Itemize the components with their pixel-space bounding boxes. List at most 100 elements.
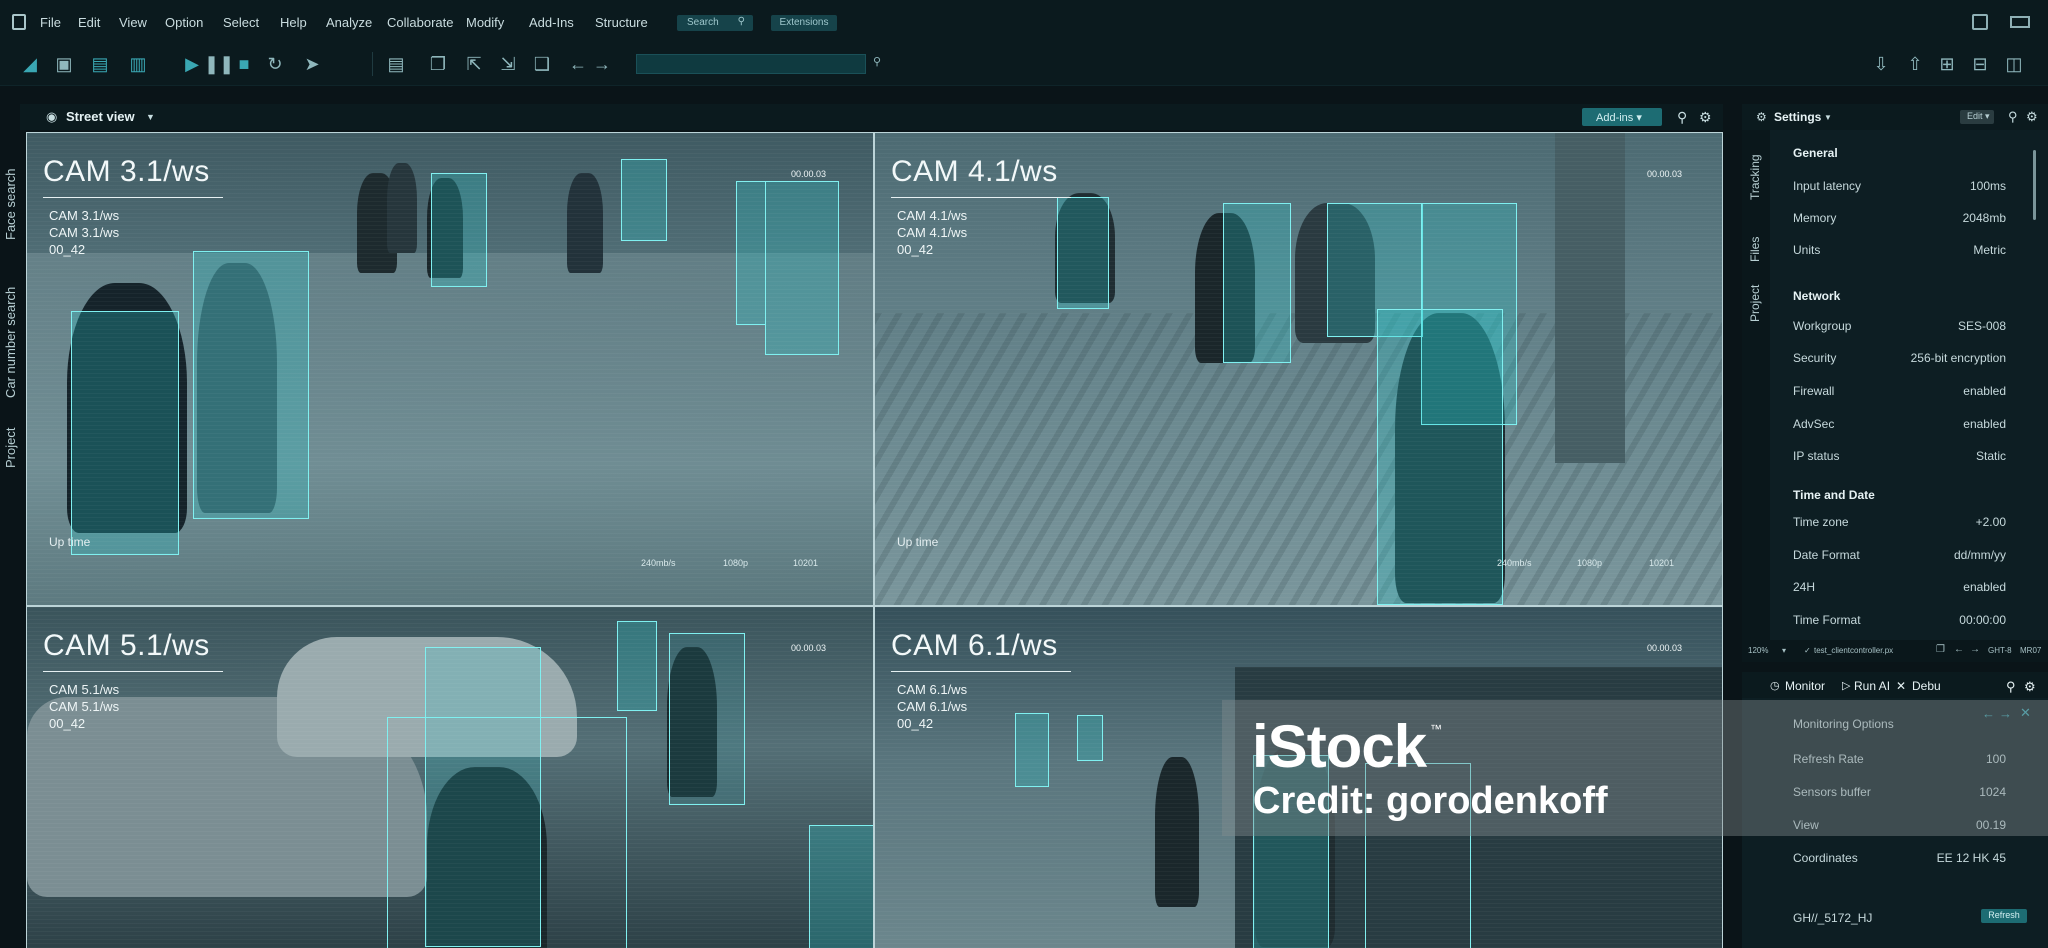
setting-label: IP status [1793, 449, 1840, 463]
tab-face-search-label: Face search [3, 168, 18, 240]
detection-box [1057, 197, 1109, 309]
play-icon[interactable]: ▶ [180, 52, 204, 76]
setting-value[interactable]: Metric [1973, 243, 2006, 257]
setting-value[interactable]: enabled [1963, 580, 2006, 594]
street-view-header: ◉ Street view ▼ Add-ins ▾ ⚲ ⚙ [20, 104, 1723, 130]
menu-search-label: Search [687, 17, 719, 28]
tab-project-label: Project [3, 427, 18, 468]
edit-button[interactable]: Edit ▾ [1960, 110, 1994, 124]
copy-icon[interactable]: ❐ [1936, 644, 1945, 655]
setting-value[interactable]: 00:00:00 [1959, 613, 2006, 627]
add-icon[interactable]: ⊞ [1935, 52, 1959, 76]
setting-value[interactable]: 100ms [1970, 179, 2006, 193]
upload-icon[interactable]: ⇧ [1903, 52, 1927, 76]
detection-box [193, 251, 309, 519]
download-icon[interactable]: ⇩ [1869, 52, 1893, 76]
setting-value[interactable]: enabled [1963, 384, 2006, 398]
layers-icon[interactable]: ▣ [52, 52, 76, 76]
menu-file[interactable]: File [40, 15, 61, 30]
camera-feed-5-1[interactable]: CAM 5.1/ws CAM 5.1/ws CAM 5.1/ws 00_42 0… [26, 606, 874, 948]
check-icon: ✓ [1804, 646, 1811, 655]
restore-window-icon[interactable] [2010, 16, 2030, 28]
tab-run-ai[interactable]: Run AI [1854, 679, 1890, 693]
remove-icon[interactable]: ⊟ [1968, 52, 1992, 76]
menu-collaborate[interactable]: Collaborate [387, 15, 454, 30]
toolbar-search-input[interactable] [636, 54, 866, 74]
setting-label: Workgroup [1793, 319, 1852, 333]
refresh-button[interactable]: Refresh [1981, 909, 2027, 923]
window-icon[interactable]: ▤ [384, 52, 408, 76]
menu-option[interactable]: Option [165, 15, 203, 30]
equalizer-icon[interactable]: ▥ [126, 52, 150, 76]
search-icon[interactable]: ⚲ [2006, 679, 2016, 695]
setting-value[interactable]: enabled [1963, 417, 2006, 431]
gear-icon[interactable]: ⚙ [2024, 679, 2036, 695]
camera-uptime: Up time [49, 535, 91, 549]
arrow-left-icon[interactable]: ← [566, 52, 590, 76]
tab-monitor[interactable]: Monitor [1785, 679, 1825, 693]
setting-value[interactable]: dd/mm/yy [1954, 548, 2006, 562]
menu-structure[interactable]: Structure [595, 15, 648, 30]
menu-help[interactable]: Help [280, 15, 307, 30]
settings-title[interactable]: Settings [1774, 110, 1821, 124]
chevron-down-icon[interactable]: ▾ [1782, 646, 1786, 655]
chevron-down-icon[interactable]: ▼ [146, 112, 155, 122]
export-icon[interactable]: ⇲ [496, 52, 520, 76]
dropdown-window-icon[interactable] [1972, 14, 1988, 30]
tab-debug[interactable]: Debu [1912, 679, 1941, 693]
pause-icon[interactable]: ❚❚ [204, 52, 234, 76]
status-file-name: test_clientcontroller.px [1814, 646, 1894, 655]
chevron-down-icon[interactable]: ▼ [1824, 113, 1832, 122]
menu-modify[interactable]: Modify [466, 15, 504, 30]
setting-value[interactable]: 2048mb [1963, 211, 2006, 225]
setting-value[interactable]: Static [1976, 449, 2006, 463]
camera-feed-4-1[interactable]: CAM 4.1/ws CAM 4.1/ws CAM 4.1/ws 00_42 0… [874, 132, 1723, 606]
trash-icon[interactable]: ◫ [2002, 52, 2026, 76]
arrow-right-icon[interactable]: → [590, 52, 614, 76]
monitor-value[interactable]: EE 12 HK 45 [1937, 851, 2006, 865]
cursor-icon[interactable]: ➤ [300, 52, 324, 76]
detection-box [387, 717, 627, 948]
setting-label: Firewall [1793, 384, 1835, 398]
search-icon[interactable]: ⚲ [873, 55, 881, 68]
menu-view[interactable]: View [119, 15, 147, 30]
settings-tab-bar [1742, 130, 1770, 640]
stop-icon[interactable]: ■ [232, 52, 256, 76]
menu-select[interactable]: Select [223, 15, 259, 30]
menu-edit[interactable]: Edit [78, 15, 100, 30]
arrow-left-icon[interactable]: ← [1954, 644, 1964, 655]
detection-box [621, 159, 667, 241]
menu-analyze[interactable]: Analyze [326, 15, 372, 30]
sync-icon[interactable]: ↻ [263, 52, 287, 76]
save-icon[interactable]: ▤ [88, 52, 112, 76]
camera-feed-3-1[interactable]: CAM 3.1/ws CAM 3.1/ws CAM 3.1/ws 00_42 0… [26, 132, 874, 606]
setting-value[interactable]: 256-bit encryption [1911, 351, 2006, 365]
arrow-right-icon[interactable]: → [1970, 644, 1980, 655]
gear-icon[interactable]: ⚙ [2026, 109, 2038, 125]
setting-value[interactable]: +2.00 [1976, 515, 2006, 529]
settings-scrollbar[interactable] [2033, 150, 2036, 220]
add-ins-button[interactable]: Add-ins ▾ [1582, 108, 1662, 126]
shape-icon[interactable]: ◢ [18, 52, 42, 76]
copy-icon[interactable]: ❐ [426, 52, 450, 76]
street-view-title[interactable]: Street view [66, 109, 135, 124]
import-icon[interactable]: ⇱ [462, 52, 486, 76]
close-icon[interactable]: ✕ [1896, 679, 1906, 693]
extensions-button[interactable]: Extensions [771, 15, 837, 31]
setting-value[interactable]: SES-008 [1958, 319, 2006, 333]
camera-bitrate: 240mb/s [641, 558, 676, 568]
setting-label: Time Format [1793, 613, 1861, 627]
app-icon[interactable] [12, 14, 26, 30]
gear-icon[interactable]: ⚙ [1699, 109, 1712, 126]
tab-project-right-label: Project [1748, 284, 1762, 322]
toolbar-divider [372, 52, 373, 76]
menu-add-ins[interactable]: Add-Ins [529, 15, 574, 30]
zoom-level[interactable]: 120% [1748, 646, 1768, 655]
section-network: Network [1793, 289, 1841, 303]
search-icon[interactable]: ⚲ [1677, 109, 1687, 126]
search-icon[interactable]: ⚲ [2008, 109, 2018, 125]
file-options-icon[interactable]: ❑ [530, 52, 554, 76]
menu-search-button[interactable]: Search ⚲ [677, 15, 753, 31]
detection-box [765, 181, 839, 355]
tab-project[interactable]: Project [0, 428, 20, 528]
